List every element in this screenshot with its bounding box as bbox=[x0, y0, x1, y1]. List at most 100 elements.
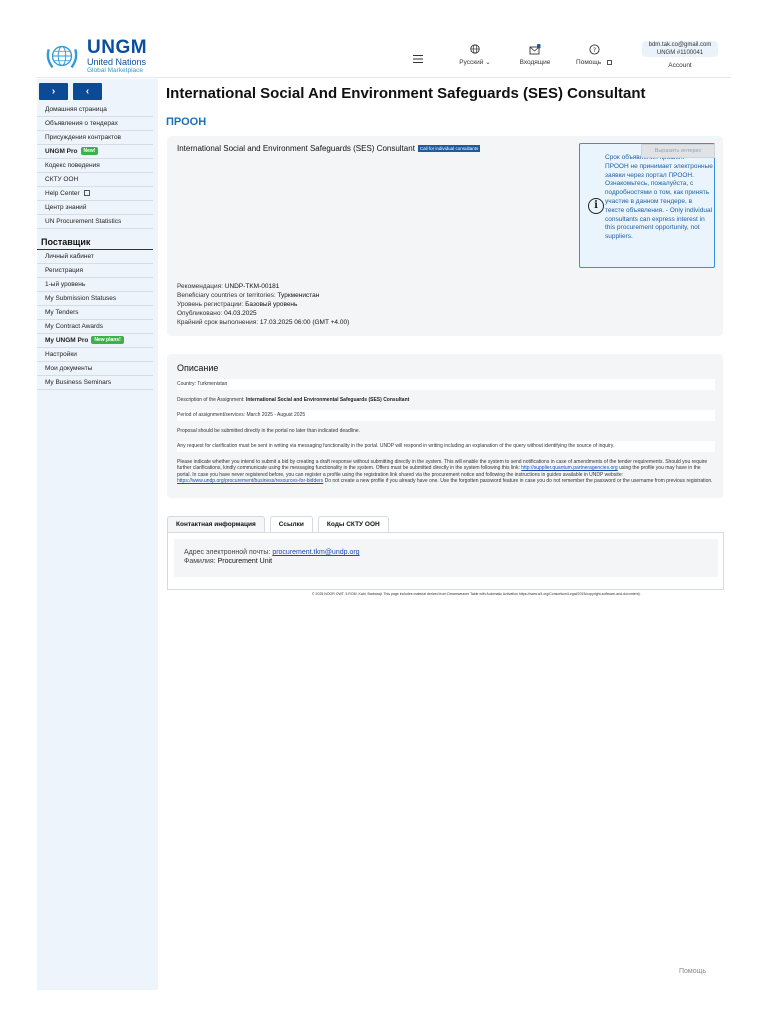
deadline-notice: i Срок объявления прошел. - ПРООН не при… bbox=[579, 143, 715, 268]
contact-email-link[interactable]: procurement.tkm@undp.org bbox=[272, 549, 359, 556]
logo-line2: Global Marketplace bbox=[87, 67, 143, 74]
notice-text: Срок объявления прошел. - ПРООН не прини… bbox=[605, 154, 713, 241]
surname-row: Фамилия: Procurement Unit bbox=[184, 557, 360, 566]
published-value: 04.03.2025 bbox=[224, 310, 257, 317]
sidebar-item-ungm-pro[interactable]: UNGM Pro New! bbox=[37, 145, 153, 159]
sidebar-collapse-button[interactable]: ‹ bbox=[73, 83, 102, 100]
external-link-icon bbox=[83, 190, 90, 196]
country-row: Country: Turkmenistan bbox=[177, 379, 715, 390]
email-row: Адрес электронной почты: procurement.tkm… bbox=[184, 548, 360, 557]
account-email: bdm.tak.co@gmail.com bbox=[648, 42, 712, 48]
period-row: Period of assignment/services: March 202… bbox=[177, 410, 715, 421]
assignment-value: International Social and Environmental S… bbox=[245, 396, 410, 403]
tender-summary-card: International Social and Environment Saf… bbox=[167, 136, 723, 336]
tender-title: International Social and Environment Saf… bbox=[177, 144, 481, 153]
tab-unspsc-codes[interactable]: Коды СКТУ ООН bbox=[317, 516, 389, 532]
tab-contact-info[interactable]: Контактная информация bbox=[167, 516, 265, 532]
tab-links[interactable]: Ссылки bbox=[269, 516, 313, 532]
sidebar-item-home[interactable]: Домашняя страница bbox=[37, 103, 153, 117]
info-tabs: Контактная информация Ссылки Коды СКТУ О… bbox=[167, 516, 394, 532]
level-label: Уровень регистрации: bbox=[177, 301, 244, 308]
sidebar-item-help-center[interactable]: Help Center bbox=[37, 187, 153, 201]
published-label: Опубликовано: bbox=[177, 310, 223, 317]
new-badge: New! bbox=[80, 147, 99, 155]
sidebar-item-procurement-statistics[interactable]: UN Procurement Statistics bbox=[37, 215, 153, 229]
page-title: International Social And Environment Saf… bbox=[166, 85, 646, 102]
language-selector[interactable]: Русский ⌄ bbox=[455, 44, 495, 66]
hamburger-menu-button[interactable] bbox=[413, 50, 423, 68]
supplier-heading: Поставщик bbox=[37, 233, 153, 250]
assignment-row: Description of the Assignment: Internati… bbox=[177, 395, 715, 406]
sidebar-item-my-documents[interactable]: Мои документы bbox=[37, 362, 153, 376]
contact-tab-panel: Адрес электронной почты: procurement.tkm… bbox=[167, 532, 724, 590]
ungm-pro-label: UNGM Pro bbox=[45, 148, 78, 155]
description-title: Описание bbox=[177, 363, 219, 373]
description-card: Описание Country: Turkmenistan Descripti… bbox=[167, 354, 723, 498]
logo-title: UNGM bbox=[87, 37, 148, 58]
help-center-label: Help Center bbox=[45, 190, 80, 197]
sidebar-item-submission-statuses[interactable]: My Submission Statuses bbox=[37, 292, 153, 306]
logo-line1: United Nations bbox=[87, 57, 147, 67]
chevron-right-icon: › bbox=[51, 86, 56, 97]
help-label: Помощь bbox=[576, 59, 602, 66]
deadline-row: Крайний срок выполнения: 17.03.2025 06:0… bbox=[177, 318, 349, 327]
assignment-label: Description of the Assignment: bbox=[177, 396, 245, 403]
sidebar-item-settings[interactable]: Настройки bbox=[37, 348, 153, 362]
my-ungm-pro-label: My UNGM Pro bbox=[45, 337, 89, 344]
level-value: Базовый уровень bbox=[245, 301, 298, 308]
account-id: UNGM #1100041 bbox=[656, 50, 704, 56]
chevron-left-icon: ‹ bbox=[85, 86, 90, 97]
sidebar-item-tenders[interactable]: Объявления о тендерах bbox=[37, 117, 153, 131]
svg-text:?: ? bbox=[592, 46, 595, 54]
surname-label: Фамилия: bbox=[184, 558, 216, 565]
account-label[interactable]: Account bbox=[642, 62, 718, 69]
sidebar-item-registration[interactable]: Регистрация bbox=[37, 264, 153, 278]
un-emblem-icon bbox=[46, 46, 78, 69]
reference-row: Рекомендация: UNDP-TKM-00181 bbox=[177, 282, 349, 291]
question-icon: ? bbox=[588, 44, 600, 55]
email-label: Адрес электронной почты: bbox=[184, 549, 271, 556]
sidebar-item-business-seminars[interactable]: My Business Seminars bbox=[37, 376, 153, 390]
quantum-portal-link[interactable]: http://supplier.quantum.partneragencies.… bbox=[521, 465, 617, 471]
sidebar: › ‹ Домашняя страница Объявления о тенде… bbox=[37, 79, 158, 990]
reference-value: UNDP-TKM-00181 bbox=[224, 283, 280, 290]
sidebar-item-my-tenders[interactable]: My Tenders bbox=[37, 306, 153, 320]
express-interest-button[interactable]: Выразить интерес bbox=[641, 144, 715, 158]
sidebar-nav: Домашняя страница Объявления о тендерах … bbox=[37, 103, 153, 390]
proposal-row: Proposal should be submitted directly in… bbox=[177, 427, 360, 434]
instructions-text-3: Do not create a new profile if you alrea… bbox=[324, 478, 713, 484]
clarification-row: Any request for clarification must be se… bbox=[177, 441, 715, 452]
help-link[interactable]: ? Помощь bbox=[574, 44, 614, 66]
contact-info: Адрес электронной почты: procurement.tkm… bbox=[184, 548, 360, 566]
footer-copyright: © 2025 NOOR OWT, 5 ROM, Kabi, Barbaraji:… bbox=[312, 592, 641, 596]
countries-row: Beneficiary countries or territories: Ту… bbox=[177, 291, 349, 300]
countries-label: Beneficiary countries or territories: bbox=[177, 292, 276, 299]
undp-resources-link[interactable]: https://www.undp.org/procurement/busines… bbox=[177, 478, 323, 484]
ungm-logo[interactable]: UNGM United Nations Global Marketplace bbox=[43, 38, 147, 75]
external-link-icon bbox=[606, 60, 612, 65]
sidebar-item-unspsc[interactable]: СКТУ ООН bbox=[37, 173, 153, 187]
sidebar-item-level-1[interactable]: 1-ый уровень bbox=[37, 278, 153, 292]
sidebar-item-my-ungm-pro[interactable]: My UNGM Pro New plans! bbox=[37, 334, 153, 348]
sidebar-item-knowledge-center[interactable]: Центр знаний bbox=[37, 201, 153, 215]
language-label: Русский bbox=[459, 59, 484, 66]
tender-title-text: International Social and Environment Saf… bbox=[177, 144, 415, 153]
countries-value: Туркменистан bbox=[277, 292, 320, 299]
inbox-label: Входящие bbox=[519, 59, 551, 66]
sidebar-item-dashboard[interactable]: Личный кабинет bbox=[37, 250, 153, 264]
new-plans-badge: New plans! bbox=[91, 336, 124, 344]
sidebar-item-my-contract-awards[interactable]: My Contract Awards bbox=[37, 320, 153, 334]
globe-icon bbox=[470, 44, 480, 54]
inbox-link[interactable]: Входящие bbox=[515, 44, 555, 66]
account-button[interactable]: bdm.tak.co@gmail.com UNGM #1100041 bbox=[642, 41, 718, 57]
agency-name: ПРООН bbox=[166, 116, 207, 128]
sidebar-item-code-of-conduct[interactable]: Кодекс поведения bbox=[37, 159, 153, 173]
help-footer-link[interactable]: Помощь bbox=[679, 968, 706, 975]
surname-value: Procurement Unit bbox=[217, 558, 273, 565]
tender-details: Рекомендация: UNDP-TKM-00181 Beneficiary… bbox=[177, 282, 349, 327]
submission-instructions: Please indicate whether you intend to su… bbox=[177, 457, 715, 487]
hamburger-icon bbox=[413, 55, 423, 63]
info-icon: i bbox=[588, 198, 604, 214]
sidebar-item-contract-awards[interactable]: Присуждения контрактов bbox=[37, 131, 153, 145]
sidebar-expand-button[interactable]: › bbox=[39, 83, 68, 100]
